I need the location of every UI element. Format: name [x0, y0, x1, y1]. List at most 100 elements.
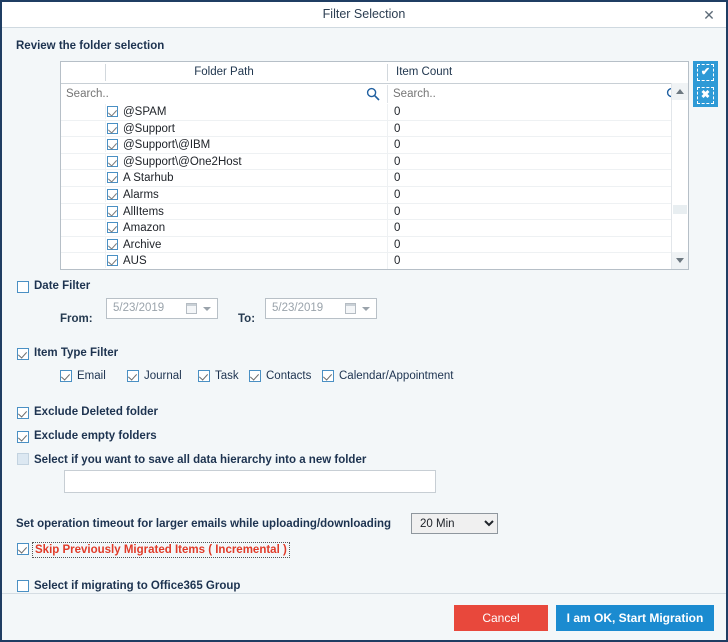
table-row[interactable]: AllItems 0: [61, 203, 671, 221]
folder-checkbox[interactable]: [107, 155, 118, 167]
item-type-filter-checkbox[interactable]: [17, 348, 29, 360]
scroll-up-arrow-icon[interactable]: [672, 83, 688, 100]
folder-path-cell: @Support\@IBM: [123, 139, 211, 152]
item-count-cell: 0: [394, 205, 401, 218]
folder-checkbox[interactable]: [107, 172, 118, 184]
table-row[interactable]: @SPAM 0: [61, 104, 671, 121]
folder-path-cell: @SPAM: [123, 106, 167, 118]
item-type-task-checkbox[interactable]: [198, 370, 210, 382]
deselect-all-button[interactable]: ✖: [693, 84, 718, 107]
folder-grid: Folder Path Item Count Search.. Search..…: [60, 61, 689, 270]
section-heading: Review the folder selection: [16, 40, 165, 52]
folder-path-search-input[interactable]: [66, 84, 356, 104]
row-indent: [61, 203, 106, 219]
date-to-value: 5/23/2019: [272, 302, 324, 314]
folder-path-cell: Alarms: [123, 188, 159, 201]
table-row[interactable]: @Support\@IBM 0: [61, 137, 671, 154]
row-column-divider: [387, 253, 388, 269]
table-row[interactable]: Archive 0: [61, 236, 671, 254]
vertical-scrollbar[interactable]: [671, 83, 688, 269]
folder-checkbox[interactable]: [107, 238, 118, 250]
date-to-picker[interactable]: 5/23/2019: [265, 298, 377, 319]
table-row[interactable]: @Support 0: [61, 120, 671, 138]
item-type-task-label: Task: [215, 370, 239, 382]
item-type-email-checkbox[interactable]: [60, 370, 72, 382]
folder-checkbox[interactable]: [107, 255, 118, 267]
exclude-deleted-checkbox[interactable]: [17, 407, 29, 419]
exclude-deleted-label: Exclude Deleted folder: [34, 406, 158, 418]
row-column-divider: [387, 186, 388, 203]
date-filter-checkbox[interactable]: [17, 281, 29, 293]
search-icon[interactable]: [366, 87, 380, 101]
grid-search-row: [61, 84, 688, 105]
start-migration-button[interactable]: I am OK, Start Migration: [556, 605, 714, 631]
office365-group-label: Select if migrating to Office365 Group: [34, 580, 241, 592]
hierarchy-folder-input[interactable]: [64, 470, 436, 493]
table-row[interactable]: @Support\@One2Host 0: [61, 153, 671, 171]
cancel-button[interactable]: Cancel: [454, 605, 548, 631]
scroll-down-arrow-icon[interactable]: [672, 252, 688, 269]
row-indent: [61, 220, 106, 236]
timeout-select[interactable]: 20 Min: [411, 513, 498, 534]
folder-checkbox[interactable]: [107, 222, 118, 234]
folder-rows-viewport[interactable]: @SPAM 0 @Support 0 @Support\@IBM 0 @Support\@O…: [61, 104, 671, 269]
cross-icon: ✖: [697, 87, 714, 104]
item-count-cell: 0: [394, 188, 401, 201]
date-to-label: To:: [238, 313, 256, 325]
dialog-title: Filter Selection: [322, 7, 406, 21]
item-type-journal-checkbox[interactable]: [127, 370, 139, 382]
row-column-divider: [387, 120, 388, 137]
item-type-calendar-label: Calendar/Appointment: [339, 370, 454, 382]
dialog-body: Review the folder selection Folder Path …: [2, 28, 726, 640]
date-filter-label: Date Filter: [34, 280, 91, 292]
select-all-button[interactable]: ✔: [693, 61, 718, 84]
folder-checkbox[interactable]: [107, 139, 118, 151]
row-indent: [61, 186, 106, 202]
save-hierarchy-checkbox[interactable]: [17, 453, 29, 465]
scrollbar-thumb[interactable]: [673, 205, 687, 214]
exclude-empty-checkbox[interactable]: [17, 431, 29, 443]
row-column-divider: [387, 236, 388, 253]
row-indent: [61, 170, 106, 186]
item-count-cell: 0: [394, 155, 401, 168]
item-type-calendar-checkbox[interactable]: [322, 370, 334, 382]
folder-checkbox[interactable]: [107, 106, 118, 117]
row-indent: [61, 153, 106, 169]
item-count-search-input[interactable]: [393, 84, 683, 104]
date-from-value: 5/23/2019: [113, 302, 165, 314]
close-icon[interactable]: ✕: [698, 5, 720, 25]
folder-checkbox[interactable]: [107, 122, 118, 134]
column-header-item-count[interactable]: Item Count: [388, 62, 676, 83]
calendar-icon: [186, 303, 197, 314]
column-header-folder-path[interactable]: Folder Path: [61, 62, 387, 83]
date-from-picker[interactable]: 5/23/2019: [106, 298, 218, 319]
item-count-cell: 0: [394, 122, 401, 135]
date-from-label: From:: [60, 313, 93, 325]
row-column-divider: [387, 220, 388, 237]
skip-migrated-label: Skip Previously Migrated Items ( Increme…: [32, 542, 290, 558]
folder-path-cell: @Support\@One2Host: [123, 155, 242, 168]
table-row[interactable]: Alarms 0: [61, 186, 671, 204]
exclude-empty-label: Exclude empty folders: [34, 430, 157, 442]
folder-path-cell: @Support: [123, 122, 175, 135]
table-row[interactable]: Amazon 0: [61, 220, 671, 237]
item-count-cell: 0: [394, 222, 401, 235]
filter-selection-dialog: Filter Selection ✕ Review the folder sel…: [0, 0, 728, 642]
timeout-label: Set operation timeout for larger emails …: [16, 518, 392, 530]
table-row[interactable]: A Starhub 0: [61, 170, 671, 187]
row-column-divider: [387, 203, 388, 220]
row-column-divider: [387, 104, 388, 120]
folder-checkbox[interactable]: [107, 188, 118, 200]
row-indent: [61, 253, 106, 269]
table-row[interactable]: AUS 0: [61, 253, 671, 269]
skip-migrated-checkbox[interactable]: [17, 543, 29, 555]
folder-path-cell: Amazon: [123, 222, 166, 235]
row-indent: [61, 236, 106, 252]
footer-divider: [2, 593, 726, 594]
calendar-icon: [345, 303, 356, 314]
folder-checkbox[interactable]: [107, 205, 118, 217]
item-type-contacts-checkbox[interactable]: [249, 370, 261, 382]
title-bar: Filter Selection ✕: [2, 2, 726, 28]
row-indent: [61, 137, 106, 153]
office365-group-checkbox[interactable]: [17, 580, 29, 592]
